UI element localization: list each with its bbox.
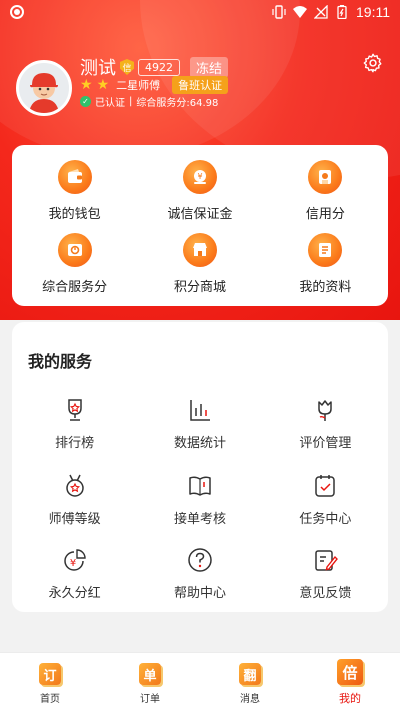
status-bar: 19:11 [0, 0, 400, 24]
tab-orders[interactable]: 单 订单 [100, 653, 200, 711]
feedback-label: 意见反馈 [299, 586, 352, 601]
stats-label: 数据统计 [173, 436, 226, 451]
wallet-row-2: 综合服务分 积分商城 我的资料 [12, 233, 388, 295]
question-icon [188, 548, 212, 572]
tab-orders-label: 订单 [140, 694, 160, 705]
divider: | [129, 96, 133, 107]
service-score-label: 综合服务分:64.98 [136, 98, 219, 109]
wallet-card: 我的钱包 ¥ 诚信保证金 信用分 综合服务分 积分商城 我的资料 [12, 145, 388, 306]
bar-chart-icon [190, 400, 210, 421]
certified-label: 已认证 [95, 98, 125, 109]
deposit-label: 诚信保证金 [167, 207, 233, 222]
clock: 19:11 [356, 4, 390, 20]
profile-doc-icon [308, 233, 343, 267]
help-center-button[interactable]: 帮助中心 [137, 546, 262, 601]
review-mgmt-label: 评价管理 [299, 436, 352, 451]
profile-level-row: ★ ★ 二星师傅 鲁班认证 [80, 76, 229, 94]
service-score-button-label: 综合服务分 [42, 280, 108, 295]
services-row-1: 排行榜 数据统计 评价管理 [12, 396, 388, 451]
vibrate-icon [272, 5, 286, 19]
services-card: 我的服务 排行榜 数据统计 评价管理 师傅等级 接单考核 任务中心 ¥ 永久分红… [12, 322, 388, 612]
level-label-text: 师傅等级 [48, 512, 101, 527]
deposit-icon: ¥ [182, 160, 217, 194]
level-button[interactable]: 师傅等级 [12, 472, 137, 527]
tab-messages-label: 消息 [240, 694, 260, 705]
yuan-pie-icon: ¥ [63, 549, 86, 571]
order-assess-button[interactable]: 接单考核 [137, 472, 262, 527]
tulip-icon [318, 400, 333, 421]
task-center-button[interactable]: 任务中心 [263, 472, 388, 527]
profile-doc-button[interactable]: 我的资料 [263, 233, 388, 295]
services-row-3: ¥ 永久分红 帮助中心 意见反馈 [12, 546, 388, 601]
points-mall-button[interactable]: 积分商城 [137, 233, 262, 295]
service-score-button[interactable]: 综合服务分 [12, 233, 137, 295]
home-tab-icon: 订 [39, 663, 61, 685]
credit-button[interactable]: 信用分 [263, 160, 388, 222]
feedback-edit-icon [315, 550, 339, 571]
svg-text:¥: ¥ [69, 558, 75, 569]
mine-tab-icon: 倍 [337, 659, 363, 685]
feedback-button[interactable]: 意见反馈 [263, 546, 388, 601]
avatar[interactable] [16, 60, 72, 116]
star-icon: ★ [96, 77, 110, 93]
order-assess-label: 接单考核 [173, 512, 226, 527]
svg-text:¥: ¥ [197, 172, 202, 181]
ranking-button[interactable]: 排行榜 [12, 396, 137, 451]
star-icon: ★ [80, 77, 93, 93]
trophy-icon [67, 399, 82, 421]
credit-label: 信用分 [305, 207, 345, 222]
deposit-button[interactable]: ¥ 诚信保证金 [137, 160, 262, 222]
help-center-label: 帮助中心 [173, 586, 226, 601]
verified-check-icon: ✓ [80, 96, 91, 107]
tab-home-label: 首页 [40, 694, 60, 705]
gear-icon[interactable] [362, 52, 384, 74]
medal-icon [65, 474, 84, 497]
dividend-label: 永久分红 [48, 586, 101, 601]
tab-home[interactable]: 订 首页 [0, 653, 100, 711]
service-score-icon [57, 233, 92, 267]
stats-button[interactable]: 数据统计 [137, 396, 262, 451]
bottom-tab-bar: 订 首页 单 订单 翻 消息 倍 我的 [0, 652, 400, 711]
points-mall-label: 积分商城 [173, 280, 226, 295]
tab-mine-label: 我的 [339, 692, 361, 705]
battery-icon [337, 5, 347, 19]
profile-doc-label: 我的资料 [299, 280, 352, 295]
wallet-label: 我的钱包 [48, 207, 101, 222]
app-notification-icon [10, 5, 24, 19]
score-badge: 4922 [138, 58, 180, 76]
open-book-icon [189, 476, 211, 496]
wifi-icon [293, 6, 307, 18]
tab-messages[interactable]: 翻 消息 [200, 653, 300, 711]
orders-tab-icon: 单 [139, 663, 161, 685]
points-mall-icon [182, 233, 217, 267]
no-signal-icon [314, 5, 328, 19]
profile-cert-row: ✓ 已认证 | 综合服务分:64.98 [80, 94, 218, 109]
wallet-icon [57, 160, 92, 194]
freeze-badge[interactable]: 冻结 [190, 56, 229, 78]
services-row-2: 师傅等级 接单考核 任务中心 [12, 472, 388, 527]
wallet-row-1: 我的钱包 ¥ 诚信保证金 信用分 [12, 160, 388, 222]
messages-tab-icon: 翻 [239, 663, 261, 685]
task-check-icon [315, 475, 336, 497]
review-mgmt-button[interactable]: 评价管理 [263, 396, 388, 451]
tab-mine[interactable]: 倍 我的 [300, 653, 400, 711]
services-title: 我的服务 [28, 352, 93, 371]
credit-icon [308, 160, 343, 194]
dividend-button[interactable]: ¥ 永久分红 [12, 546, 137, 601]
level-label: 二星师傅 [116, 79, 161, 92]
credit-shield-badge: 信 [120, 59, 134, 75]
ranking-label: 排行榜 [55, 436, 95, 451]
luban-cert-badge[interactable]: 鲁班认证 [172, 76, 229, 94]
worker-avatar-icon [19, 63, 69, 113]
task-center-label: 任务中心 [299, 512, 352, 527]
wallet-button[interactable]: 我的钱包 [12, 160, 137, 222]
